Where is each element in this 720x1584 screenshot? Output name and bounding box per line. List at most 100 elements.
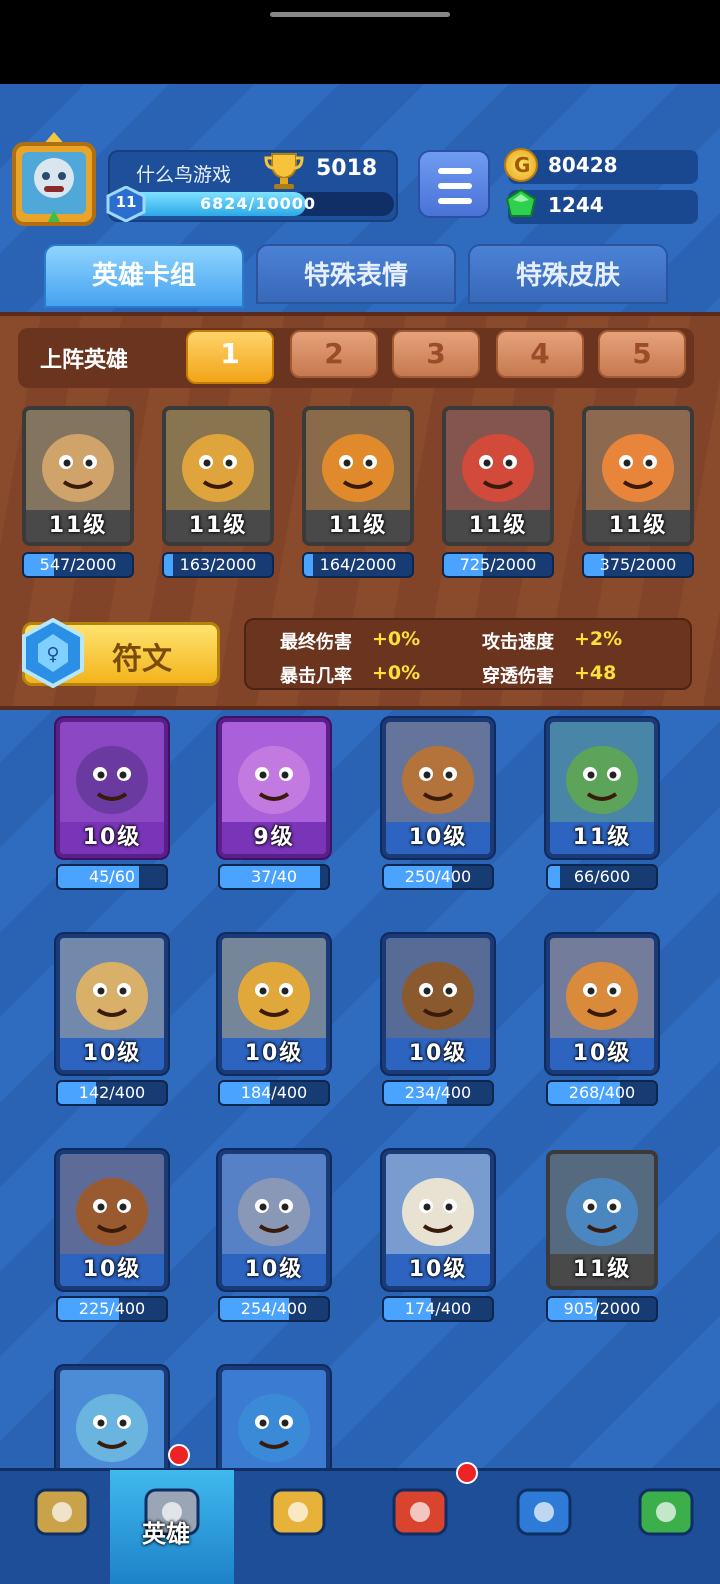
notification-dot <box>168 1444 190 1466</box>
nav-item-6[interactable] <box>604 1470 720 1584</box>
menu-icon-line <box>438 168 472 174</box>
hero-shard-progress: 142/400 <box>56 1080 168 1106</box>
nav-item-1[interactable] <box>0 1470 124 1584</box>
gem-count: 1244 <box>548 193 604 217</box>
nav-hero-label: 英雄 <box>142 1520 190 1548</box>
hero-portrait <box>550 1154 654 1258</box>
player-avatar[interactable] <box>8 130 100 230</box>
hero-level: 11级 <box>550 822 654 854</box>
xp-text: 6824/10000 <box>200 194 317 213</box>
treasure-chest-icon <box>34 1488 90 1536</box>
collection-hero-2-card[interactable]: 9级 37/40 <box>218 718 330 898</box>
hero-card-frame: 11级 <box>546 1150 658 1290</box>
deck-slot-3-button[interactable]: 3 <box>392 330 480 378</box>
hero-shard-progress: 66/600 <box>546 864 658 890</box>
hero-shard-progress-text: 184/400 <box>240 1083 308 1102</box>
collection-hero-1-card[interactable]: 10级 45/60 <box>56 718 168 898</box>
gold-coin-icon <box>504 148 538 182</box>
hero-level: 10级 <box>222 1038 326 1070</box>
crossed-swords-icon <box>270 1488 326 1536</box>
hero-level: 11级 <box>26 510 130 542</box>
hero-card-frame: 10级 <box>218 1150 330 1290</box>
nav-item-5[interactable] <box>482 1470 606 1584</box>
stat-attack-speed-value: +2% <box>574 628 623 650</box>
deck-hero-4-card[interactable]: 11级 725/2000 <box>442 406 554 586</box>
collection-hero-4-card[interactable]: 11级 66/600 <box>546 718 658 898</box>
collection-hero-7-card[interactable]: 10级 234/400 <box>382 934 494 1114</box>
sprout-island-icon <box>638 1488 694 1536</box>
hero-card-frame: 11级 <box>302 406 414 546</box>
collection-hero-11-card[interactable]: 10级 174/400 <box>382 1150 494 1330</box>
hero-level: 10级 <box>386 1254 490 1286</box>
hero-shard-progress-text: 66/600 <box>573 867 631 886</box>
green-gem-icon <box>505 188 537 217</box>
menu-button[interactable] <box>418 150 490 218</box>
gesture-bar[interactable] <box>270 12 450 17</box>
deck-slot-1-button[interactable]: 1 <box>186 330 274 384</box>
hero-shard-progress-text: 164/2000 <box>319 555 397 574</box>
crown-shield-icon <box>392 1488 448 1536</box>
notification-dot <box>456 1462 478 1484</box>
collection-hero-10-card[interactable]: 10级 254/400 <box>218 1150 330 1330</box>
hero-shard-progress-text: 225/400 <box>78 1299 146 1318</box>
hero-card-frame: 10级 <box>546 934 658 1074</box>
hero-shard-progress: 45/60 <box>56 864 168 890</box>
deck-slot-4-button[interactable]: 4 <box>496 330 584 378</box>
player-name: 什么鸟游戏 <box>136 164 232 186</box>
hero-shard-progress-text: 254/400 <box>240 1299 308 1318</box>
hero-shard-progress-text: 142/400 <box>78 1083 146 1102</box>
stat-crit-rate-label: 暴击几率 <box>280 666 352 687</box>
collection-hero-13-card[interactable] <box>56 1366 168 1506</box>
player-level: 11 <box>115 193 137 211</box>
hero-level: 10级 <box>60 1254 164 1286</box>
hero-level: 11级 <box>446 510 550 542</box>
deck-slot-5-button[interactable]: 5 <box>598 330 686 378</box>
hero-level: 10级 <box>550 1038 654 1070</box>
collection-hero-12-card[interactable]: 11级 905/2000 <box>546 1150 658 1330</box>
deck-slot-2-button[interactable]: 2 <box>290 330 378 378</box>
hero-shard-progress-text: 375/2000 <box>599 555 677 574</box>
collection-hero-3-card[interactable]: 10级 250/400 <box>382 718 494 898</box>
hero-shard-progress: 905/2000 <box>546 1296 658 1322</box>
nav-item-4[interactable] <box>358 1470 482 1584</box>
rune-crystal-icon: ♀ <box>22 618 84 688</box>
collection-hero-6-card[interactable]: 10级 184/400 <box>218 934 330 1114</box>
hero-shard-progress-text: 37/40 <box>250 867 298 886</box>
collection-hero-8-card[interactable]: 10级 268/400 <box>546 934 658 1114</box>
deck-hero-2-card[interactable]: 11级 163/2000 <box>162 406 274 586</box>
collection-hero-5-card[interactable]: 10级 142/400 <box>56 934 168 1114</box>
tab-hero-deck[interactable]: 英雄卡组 <box>44 244 244 308</box>
hero-portrait <box>306 410 410 514</box>
hero-portrait <box>386 1154 490 1258</box>
hero-card-frame: 11级 <box>162 406 274 546</box>
hero-portrait <box>60 1370 164 1474</box>
hero-portrait <box>60 1154 164 1258</box>
tab-special-emotes[interactable]: 特殊表情 <box>256 244 456 304</box>
deck-hero-5-card[interactable]: 11级 375/2000 <box>582 406 694 586</box>
collection-hero-9-card[interactable]: 10级 225/400 <box>56 1150 168 1330</box>
tab-special-skins[interactable]: 特殊皮肤 <box>468 244 668 304</box>
menu-icon-line <box>438 183 472 189</box>
hero-shard-progress: 163/2000 <box>162 552 274 578</box>
hero-shard-progress-text: 163/2000 <box>179 555 257 574</box>
hero-level: 10级 <box>386 1038 490 1070</box>
deck-hero-1-card[interactable]: 11级 547/2000 <box>22 406 134 586</box>
hero-shard-progress-text: 234/400 <box>404 1083 472 1102</box>
stat-crit-rate-value: +0% <box>372 662 421 684</box>
deck-label: 上阵英雄 <box>40 348 129 373</box>
collection-hero-14-card[interactable] <box>218 1366 330 1506</box>
hero-shard-progress-text: 547/2000 <box>39 555 117 574</box>
hero-shard-progress: 375/2000 <box>582 552 694 578</box>
deck-hero-3-card[interactable]: 11级 164/2000 <box>302 406 414 586</box>
hero-level: 11级 <box>550 1254 654 1286</box>
hero-shard-progress: 725/2000 <box>442 552 554 578</box>
hero-card-frame: 11级 <box>546 718 658 858</box>
nav-item-3[interactable] <box>236 1470 360 1584</box>
hero-card-frame: 10级 <box>56 1150 168 1290</box>
hero-portrait <box>60 938 164 1042</box>
hero-portrait <box>550 722 654 826</box>
hero-portrait <box>222 1370 326 1474</box>
hero-shard-progress-text: 174/400 <box>404 1299 472 1318</box>
hero-shard-progress: 37/40 <box>218 864 330 890</box>
hero-shard-progress-text: 250/400 <box>404 867 472 886</box>
